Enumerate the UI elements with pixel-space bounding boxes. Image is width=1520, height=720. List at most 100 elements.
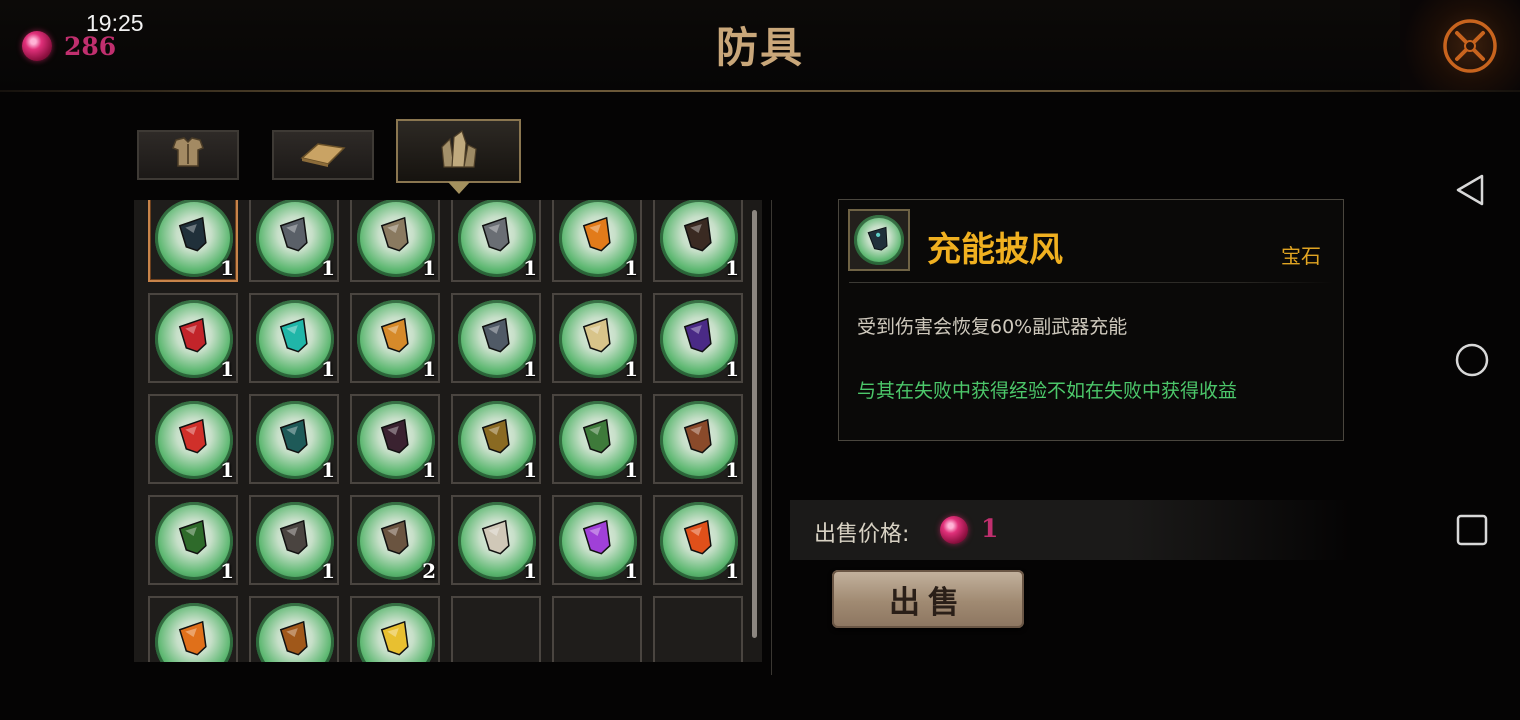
game-screen: 19:25 286 防具 1 1 1 1 1 1 1 1 1 1 1 1 1 1… — [0, 0, 1520, 720]
detail-item-orb — [854, 215, 904, 265]
rope-ring-icon — [380, 519, 409, 555]
violet-gem-icon — [582, 519, 611, 555]
item-count: 1 — [422, 256, 436, 280]
bone-fang-icon — [481, 519, 510, 555]
item-detail-panel: 充能披风 宝石 受到伤害会恢复60%副武器充能 与其在失败中获得经验不如在失败中… — [838, 199, 1344, 441]
item-count: 1 — [523, 458, 537, 482]
inventory-slot[interactable]: 1 — [350, 200, 440, 282]
inventory-slot[interactable]: 1 — [148, 495, 238, 585]
inventory-slot-empty[interactable] — [653, 596, 743, 662]
item-count: 1 — [321, 559, 335, 583]
crossed-swords-close-icon[interactable] — [1441, 17, 1499, 75]
inventory-slot[interactable]: 1 — [451, 200, 541, 282]
red-rune-icon — [178, 317, 207, 353]
item-count: 1 — [422, 357, 436, 381]
bronze-bowl-icon — [279, 620, 308, 656]
chest-armor-icon — [170, 136, 206, 174]
dark-blade-icon — [380, 418, 409, 454]
gold-claw-icon — [481, 418, 510, 454]
green-flask-icon — [582, 418, 611, 454]
item-count: 1 — [523, 559, 537, 583]
ember-rock-icon — [683, 216, 712, 252]
inventory-slot[interactable]: 2 — [350, 495, 440, 585]
red-gem-currency-icon — [22, 31, 52, 61]
purple-robe-icon — [683, 317, 712, 353]
item-count: 1 — [624, 458, 638, 482]
dark-cape-icon — [867, 226, 888, 251]
item-description: 受到伤害会恢复60%副武器充能 — [857, 316, 1128, 338]
inventory-slot[interactable]: 1 — [653, 394, 743, 484]
sell-price-row: 出售价格: 1 — [790, 500, 1350, 560]
item-count: 1 — [725, 256, 739, 280]
page-title: 防具 — [715, 23, 804, 72]
item-count: 1 — [523, 256, 537, 280]
currency-amount: 286 — [64, 31, 117, 61]
item-count: 1 — [321, 256, 335, 280]
teal-goggles-icon — [279, 418, 308, 454]
iron-claw-icon — [279, 519, 308, 555]
item-orb — [256, 603, 334, 662]
inventory-slot[interactable]: 1 — [148, 394, 238, 484]
amulet-icon — [582, 317, 611, 353]
item-count: 1 — [624, 256, 638, 280]
inventory-slot[interactable]: 1 — [249, 200, 339, 282]
active-tab-pointer — [448, 182, 470, 194]
iron-cap-icon — [481, 317, 510, 353]
flame-crest-icon — [683, 519, 712, 555]
item-count: 1 — [624, 559, 638, 583]
sun-orb-icon — [380, 620, 409, 656]
inventory-slot[interactable]: 1 — [552, 495, 642, 585]
inventory-slot[interactable] — [350, 596, 440, 662]
tab-gem[interactable] — [396, 119, 521, 183]
sell-price-label: 出售价格: — [814, 522, 910, 547]
inventory-slot[interactable]: 1 — [451, 394, 541, 484]
inventory-slot[interactable]: 1 — [653, 200, 743, 282]
inventory-slot[interactable]: 1 — [148, 200, 238, 282]
item-count: 2 — [422, 559, 436, 583]
tab-armor[interactable] — [137, 130, 239, 180]
sell-price-value: 1 — [981, 514, 999, 543]
dark-cape-icon — [178, 216, 207, 252]
inventory-slot[interactable]: 1 — [350, 394, 440, 484]
inventory-slot[interactable]: 1 — [552, 200, 642, 282]
back-triangle-icon[interactable] — [1452, 170, 1492, 210]
inventory-scrollbar[interactable] — [752, 210, 757, 638]
item-orb — [155, 603, 233, 662]
teal-rune-icon — [279, 317, 308, 353]
inventory-slot[interactable]: 1 — [350, 293, 440, 383]
inventory-slot[interactable] — [148, 596, 238, 662]
totem-mask-icon — [683, 418, 712, 454]
inventory-slot[interactable]: 1 — [653, 293, 743, 383]
item-count: 1 — [725, 458, 739, 482]
recents-square-icon[interactable] — [1452, 510, 1492, 550]
inventory-slot[interactable]: 1 — [451, 293, 541, 383]
item-count: 1 — [624, 357, 638, 381]
inventory-slot[interactable]: 1 — [249, 293, 339, 383]
inventory-slot[interactable]: 1 — [148, 293, 238, 383]
inventory-slot[interactable]: 1 — [653, 495, 743, 585]
tab-material[interactable] — [272, 130, 374, 180]
red-gem-currency-icon — [940, 516, 968, 544]
inventory-grid: 1 1 1 1 1 1 1 1 1 1 1 1 1 1 1 1 1 1 1 1 2 1 1 1 — [134, 200, 762, 662]
steel-helm-icon — [279, 216, 308, 252]
fire-swirl-icon — [178, 620, 207, 656]
inventory-slot[interactable]: 1 — [451, 495, 541, 585]
detail-separator — [849, 282, 1333, 283]
inventory-slot-empty[interactable] — [451, 596, 541, 662]
red-shard-icon — [178, 418, 207, 454]
top-divider — [0, 90, 1520, 92]
green-mask-icon — [178, 519, 207, 555]
inventory-slot-empty[interactable] — [552, 596, 642, 662]
inventory-slot[interactable] — [249, 596, 339, 662]
inventory-slot[interactable]: 1 — [249, 394, 339, 484]
item-count: 1 — [220, 559, 234, 583]
item-count: 1 — [725, 559, 739, 583]
inventory-slot[interactable]: 1 — [552, 394, 642, 484]
item-count: 1 — [725, 357, 739, 381]
item-orb — [357, 603, 435, 662]
sell-button[interactable]: 出售 — [832, 570, 1024, 628]
home-circle-icon[interactable] — [1452, 340, 1492, 380]
item-name: 充能披风 — [927, 230, 1063, 270]
inventory-slot[interactable]: 1 — [552, 293, 642, 383]
inventory-slot[interactable]: 1 — [249, 495, 339, 585]
